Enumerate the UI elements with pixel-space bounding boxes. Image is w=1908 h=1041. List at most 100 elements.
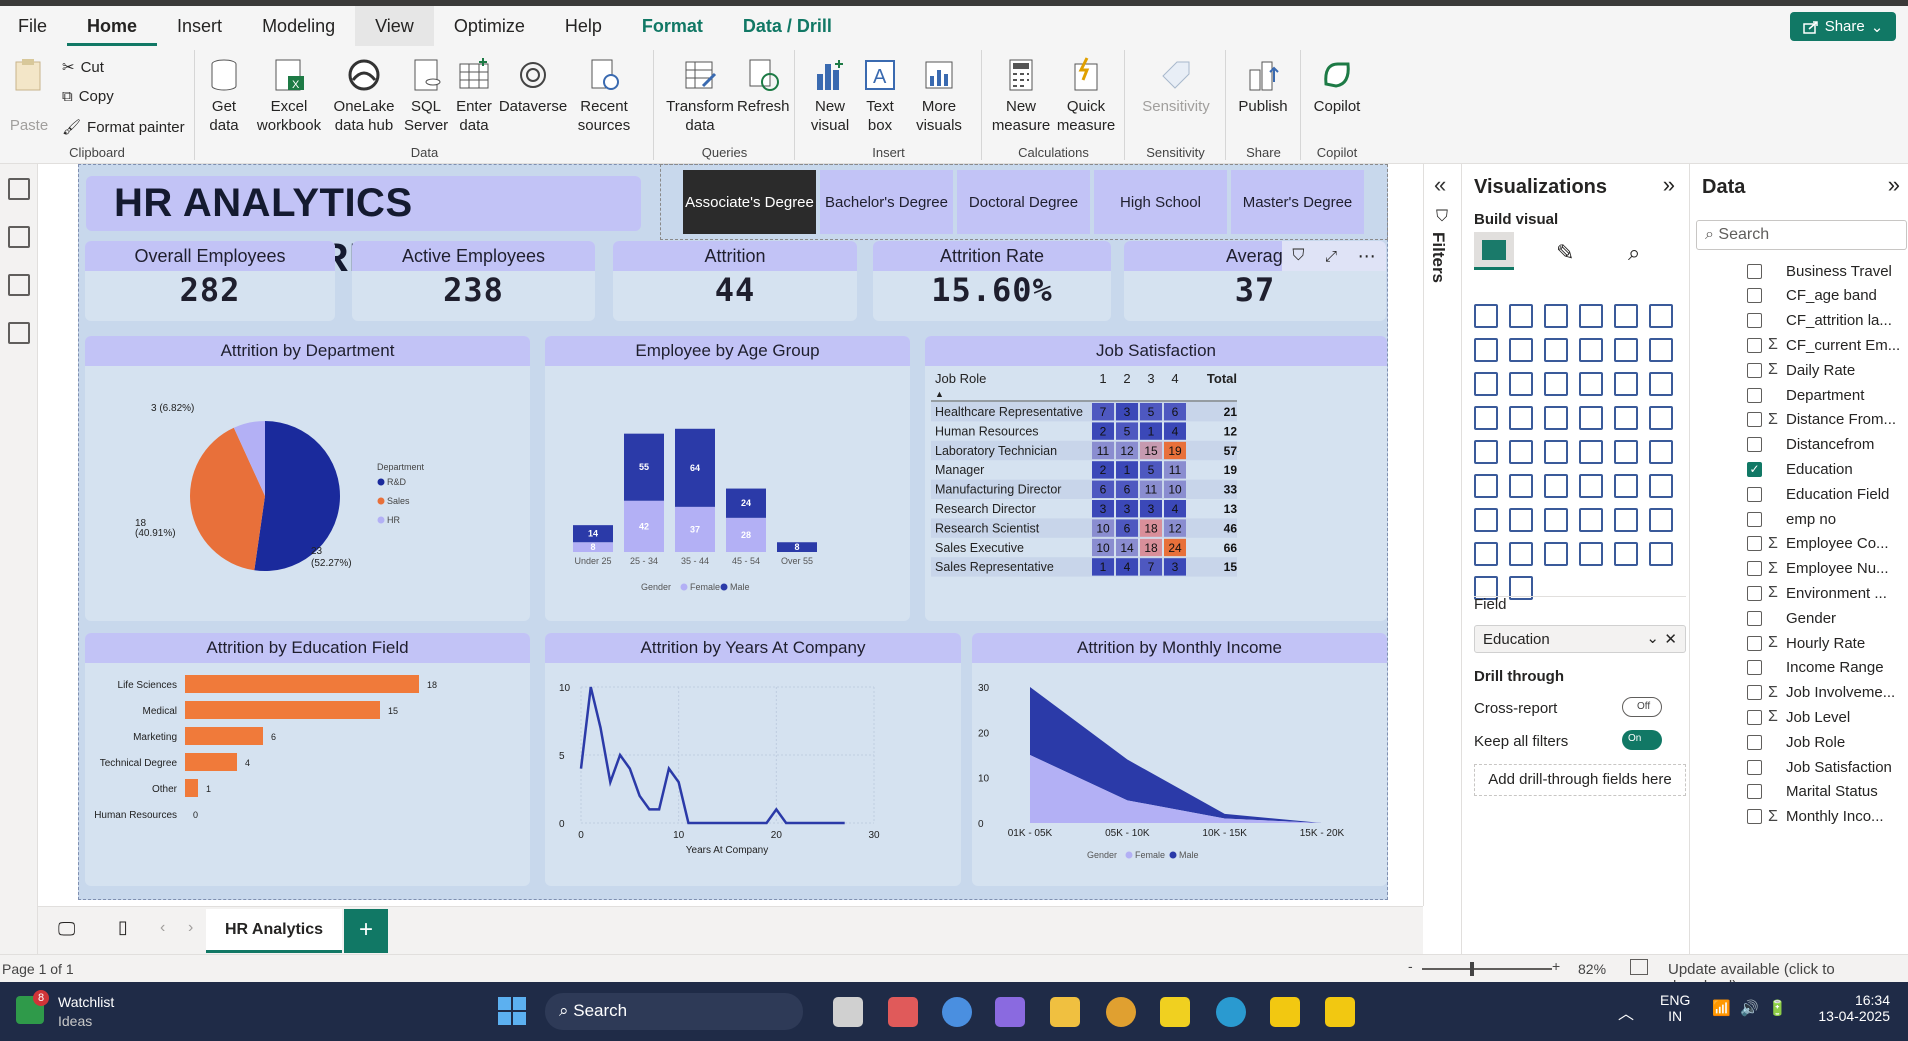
- visual-type-icon[interactable]: [1649, 372, 1673, 396]
- field-checkbox[interactable]: [1747, 660, 1762, 676]
- paste-button[interactable]: Paste: [6, 56, 52, 135]
- add-page-button[interactable]: +: [344, 909, 388, 953]
- visual-type-icon[interactable]: [1544, 440, 1568, 464]
- slicer-doctoral[interactable]: Doctoral Degree: [957, 170, 1090, 234]
- kpi-attrition-rate[interactable]: Attrition Rate 15.60%: [873, 241, 1111, 321]
- visual-type-icon[interactable]: [1509, 372, 1533, 396]
- kpi-active-employees[interactable]: Active Employees 238: [352, 241, 595, 321]
- file-explorer-icon[interactable]: [1050, 997, 1080, 1027]
- enter-data-button[interactable]: Enter data: [452, 56, 496, 135]
- menu-file[interactable]: File: [0, 6, 67, 46]
- visual-type-icon[interactable]: [1474, 440, 1498, 464]
- kpi-average-age[interactable]: Average A 37 ⛉ ⤢ ⋯: [1124, 241, 1386, 321]
- visual-type-icon[interactable]: [1579, 304, 1603, 328]
- visual-type-icon[interactable]: [1509, 304, 1533, 328]
- menu-view[interactable]: View: [355, 6, 434, 46]
- visual-type-icon[interactable]: [1474, 542, 1498, 566]
- zoom-in-button[interactable]: +: [1552, 958, 1560, 974]
- field-item[interactable]: Σ Monthly Inco...: [1690, 802, 1908, 832]
- drill-through-drop-zone[interactable]: Add drill-through fields here: [1474, 764, 1686, 796]
- field-checkbox[interactable]: [1747, 585, 1762, 601]
- more-options-icon[interactable]: ⋯: [1358, 246, 1376, 267]
- expand-filters-icon[interactable]: «: [1434, 172, 1446, 198]
- quick-measure-button[interactable]: Quick measure: [1053, 56, 1119, 135]
- edge-icon[interactable]: [1216, 997, 1246, 1027]
- visual-type-icon[interactable]: [1649, 338, 1673, 362]
- visual-type-icon[interactable]: [1614, 542, 1638, 566]
- copilot-button[interactable]: Copilot: [1308, 56, 1366, 116]
- mobile-layout-icon[interactable]: ▯: [118, 917, 128, 938]
- visual-type-icon[interactable]: [1474, 304, 1498, 328]
- visual-type-icon[interactable]: [1509, 542, 1533, 566]
- visual-type-icon[interactable]: [1614, 406, 1638, 430]
- menu-format[interactable]: Format: [622, 6, 723, 46]
- field-checkbox[interactable]: [1747, 387, 1762, 403]
- visual-type-icon[interactable]: [1474, 406, 1498, 430]
- prev-page-icon[interactable]: ‹: [160, 919, 165, 937]
- text-box-button[interactable]: A Text box: [860, 56, 900, 135]
- visual-type-icon[interactable]: [1649, 508, 1673, 532]
- kpi-overall-employees[interactable]: Overall Employees 282: [85, 241, 335, 321]
- zoom-thumb[interactable]: [1470, 962, 1474, 976]
- dataverse-button[interactable]: Dataverse: [498, 56, 568, 116]
- visual-type-icon[interactable]: [1649, 406, 1673, 430]
- field-checkbox[interactable]: ✓: [1747, 461, 1762, 477]
- field-checkbox[interactable]: [1747, 313, 1762, 329]
- visual-type-icon[interactable]: [1579, 508, 1603, 532]
- visual-type-icon[interactable]: [1509, 338, 1533, 362]
- attrition-by-education-visual[interactable]: Attrition by Education Field Life Scienc…: [85, 633, 530, 886]
- visual-type-icon[interactable]: [1474, 474, 1498, 498]
- menu-data-drill[interactable]: Data / Drill: [723, 6, 852, 46]
- analytics-icon[interactable]: ⌕: [1628, 240, 1640, 266]
- format-painter-button[interactable]: 🖌 Format painter: [62, 118, 185, 137]
- field-checkbox[interactable]: [1747, 263, 1762, 279]
- format-visual-icon[interactable]: ✎: [1556, 240, 1574, 266]
- visual-type-icon[interactable]: [1579, 542, 1603, 566]
- get-data-button[interactable]: Get data: [202, 56, 246, 135]
- wifi-icon[interactable]: 📶: [1712, 999, 1731, 1017]
- visual-type-icon[interactable]: [1579, 338, 1603, 362]
- recent-sources-button[interactable]: Recent sources: [572, 56, 636, 135]
- visual-type-icon[interactable]: [1474, 508, 1498, 532]
- visual-type-icon[interactable]: [1579, 406, 1603, 430]
- menu-insert[interactable]: Insert: [157, 6, 242, 46]
- visual-type-icon[interactable]: [1614, 474, 1638, 498]
- next-page-icon[interactable]: ›: [188, 919, 193, 937]
- more-visuals-button[interactable]: More visuals: [906, 56, 972, 135]
- visual-type-icon[interactable]: [1544, 474, 1568, 498]
- menu-home[interactable]: Home: [67, 6, 158, 46]
- filter-icon[interactable]: ⛉: [1292, 247, 1304, 265]
- field-checkbox[interactable]: [1747, 437, 1762, 453]
- visual-type-icon[interactable]: [1509, 508, 1533, 532]
- slicer-bachelors[interactable]: Bachelor's Degree: [820, 170, 953, 234]
- chevron-down-icon[interactable]: ⌄: [1646, 629, 1659, 647]
- chrome-profile-icon[interactable]: [1106, 997, 1136, 1027]
- field-checkbox[interactable]: [1747, 709, 1762, 725]
- windows-start-icon[interactable]: [497, 996, 527, 1026]
- field-checkbox[interactable]: [1747, 809, 1762, 825]
- visual-type-icon[interactable]: [1544, 508, 1568, 532]
- new-visual-button[interactable]: New visual: [808, 56, 852, 135]
- excel-workbook-button[interactable]: X Excel workbook: [254, 56, 324, 135]
- build-visual-tab[interactable]: [1474, 232, 1514, 270]
- menu-modeling[interactable]: Modeling: [242, 6, 355, 46]
- task-view-icon[interactable]: [833, 997, 863, 1027]
- visual-type-icon[interactable]: [1614, 338, 1638, 362]
- keep-filters-toggle[interactable]: On: [1622, 730, 1662, 750]
- field-checkbox[interactable]: [1747, 362, 1762, 378]
- visual-type-icon[interactable]: [1649, 440, 1673, 464]
- remove-field-icon[interactable]: ✕: [1664, 630, 1677, 648]
- visual-type-icon[interactable]: [1649, 474, 1673, 498]
- copy-button[interactable]: ⧉ Copy: [62, 88, 114, 105]
- data-search-input[interactable]: ⌕ Search: [1696, 220, 1907, 250]
- visual-type-icon[interactable]: [1544, 304, 1568, 328]
- field-checkbox[interactable]: [1747, 288, 1762, 304]
- attrition-by-income-visual[interactable]: Attrition by Monthly Income 0 10 20 30 01K -…: [972, 633, 1387, 886]
- attrition-by-years-visual[interactable]: Attrition by Years At Company 0 5 10 0 10 20 3…: [545, 633, 961, 886]
- powerbi-app-icon-2[interactable]: [1325, 997, 1355, 1027]
- field-checkbox[interactable]: [1747, 784, 1762, 800]
- field-checkbox[interactable]: [1747, 486, 1762, 502]
- chrome-icon[interactable]: [942, 997, 972, 1027]
- visual-type-icon[interactable]: [1649, 542, 1673, 566]
- field-checkbox[interactable]: [1747, 561, 1762, 577]
